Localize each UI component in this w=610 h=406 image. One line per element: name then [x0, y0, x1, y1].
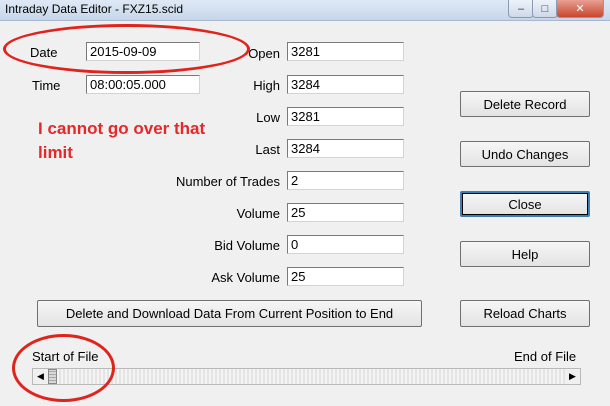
annotation-line-1: I cannot go over that [38, 119, 206, 138]
last-field[interactable]: 3284 [287, 139, 404, 158]
volume-label: Volume [236, 206, 280, 221]
end-of-file-label: End of File [514, 349, 577, 364]
bid-volume-label: Bid Volume [214, 238, 280, 253]
bid-volume-field[interactable]: 0 [287, 235, 404, 254]
volume-field[interactable]: 25 [287, 203, 404, 222]
annotation-ellipse-start [12, 334, 115, 402]
undo-changes-button[interactable]: Undo Changes [460, 141, 590, 167]
maximize-button[interactable]: □ [532, 0, 558, 18]
low-field[interactable]: 3281 [287, 107, 404, 126]
window-title: Intraday Data Editor - FXZ15.scid [5, 2, 184, 16]
close-icon: ✕ [575, 3, 585, 15]
close-window-button[interactable]: ✕ [556, 0, 604, 18]
help-button[interactable]: Help [460, 241, 590, 267]
number-of-trades-field[interactable]: 2 [287, 171, 404, 190]
number-of-trades-label: Number of Trades [175, 174, 280, 189]
maximize-icon: □ [541, 2, 549, 15]
delete-record-button[interactable]: Delete Record [460, 91, 590, 117]
title-bar[interactable]: Intraday Data Editor - FXZ15.scid – □ ✕ [0, 0, 610, 21]
high-label: High [253, 78, 280, 93]
delete-and-download-button[interactable]: Delete and Download Data From Current Po… [37, 300, 422, 327]
minimize-button[interactable]: – [508, 0, 534, 18]
ask-volume-field[interactable]: 25 [287, 267, 404, 286]
arrow-right-icon: ▶ [569, 371, 576, 381]
minimize-icon: – [517, 2, 525, 15]
close-button[interactable]: Close [460, 191, 590, 217]
open-field[interactable]: 3281 [287, 42, 404, 61]
scroll-right-button[interactable]: ▶ [565, 369, 580, 384]
annotation-ellipse-date [3, 24, 250, 74]
annotation-text: I cannot go over that limit [38, 117, 218, 165]
time-label: Time [32, 78, 61, 93]
ask-volume-label: Ask Volume [211, 270, 280, 285]
annotation-line-2: limit [38, 143, 73, 162]
high-field[interactable]: 3284 [287, 75, 404, 94]
reload-charts-button[interactable]: Reload Charts [460, 300, 590, 327]
